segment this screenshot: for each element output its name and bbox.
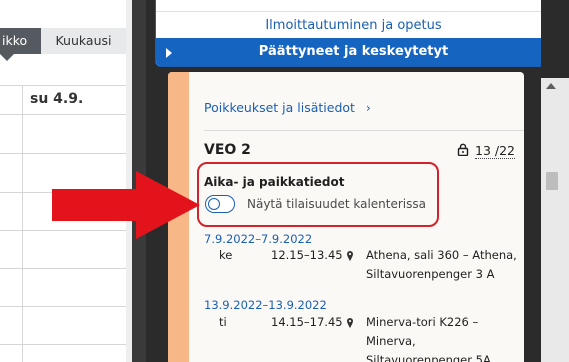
section-divider: [204, 130, 524, 131]
enrollment-count: 13 /22: [475, 143, 515, 159]
menu-item-signup[interactable]: Ilmoittautuminen ja opetus: [156, 11, 551, 38]
scrollbar-thumb[interactable]: [546, 172, 558, 190]
tab-week[interactable]: ikko: [0, 28, 41, 61]
calendar-divider: [0, 268, 126, 269]
event-weekday: ti: [219, 315, 227, 329]
event-location-line: Athena, sali 360 – Athena,: [366, 248, 517, 262]
tab-month[interactable]: Kuukausi: [41, 28, 126, 54]
lock-icon: [457, 143, 469, 156]
calendar-column-divider: [22, 85, 23, 362]
caret-right-icon: [166, 48, 172, 58]
event-time: 12.15–13.45: [271, 248, 343, 262]
calendar-divider: [0, 85, 126, 86]
highlight-box: [197, 162, 439, 227]
calendar-divider: [0, 153, 126, 154]
event-weekday: ke: [219, 248, 233, 262]
menu-item-ended[interactable]: Päättyneet ja keskeytetyt: [156, 38, 551, 66]
event-location-line: Siltavuorenpenger 3 A: [366, 267, 495, 281]
chevron-right-icon[interactable]: ›: [366, 101, 371, 115]
event-location-line: Minerva-tori K226 –: [366, 315, 479, 329]
event-date-range: 7.9.2022–7.9.2022: [204, 232, 313, 246]
event-time: 14.15–17.45: [271, 315, 343, 329]
scrollbar-top-cover: [541, 0, 569, 78]
event-date-range: 13.9.2022–13.9.2022: [204, 298, 327, 312]
calendar-divider: [0, 344, 126, 345]
calendar-day-header: su 4.9.: [30, 91, 84, 107]
status-dropdown-menu: Ilmoittautuminen ja opetus Päättyneet ja…: [155, 0, 552, 67]
annotation-arrow-icon: [52, 171, 200, 239]
event-location-line: Minerva,: [366, 334, 416, 348]
location-pin-icon: [347, 318, 353, 328]
scroll-up-arrow-icon[interactable]: [546, 83, 556, 89]
location-pin-icon: [347, 251, 353, 261]
calendar-view-tabs: ikko Kuukausi: [0, 28, 130, 61]
exceptions-link[interactable]: Poikkeukset ja lisätiedot: [204, 100, 355, 115]
menu-item-ended-label: Päättyneet ja keskeytetyt: [258, 44, 449, 59]
event-location-line: Siltavuorenpenger 5A: [366, 353, 491, 362]
calendar-divider: [0, 306, 126, 307]
calendar-divider: [0, 114, 126, 115]
course-title: VEO 2: [204, 142, 251, 158]
